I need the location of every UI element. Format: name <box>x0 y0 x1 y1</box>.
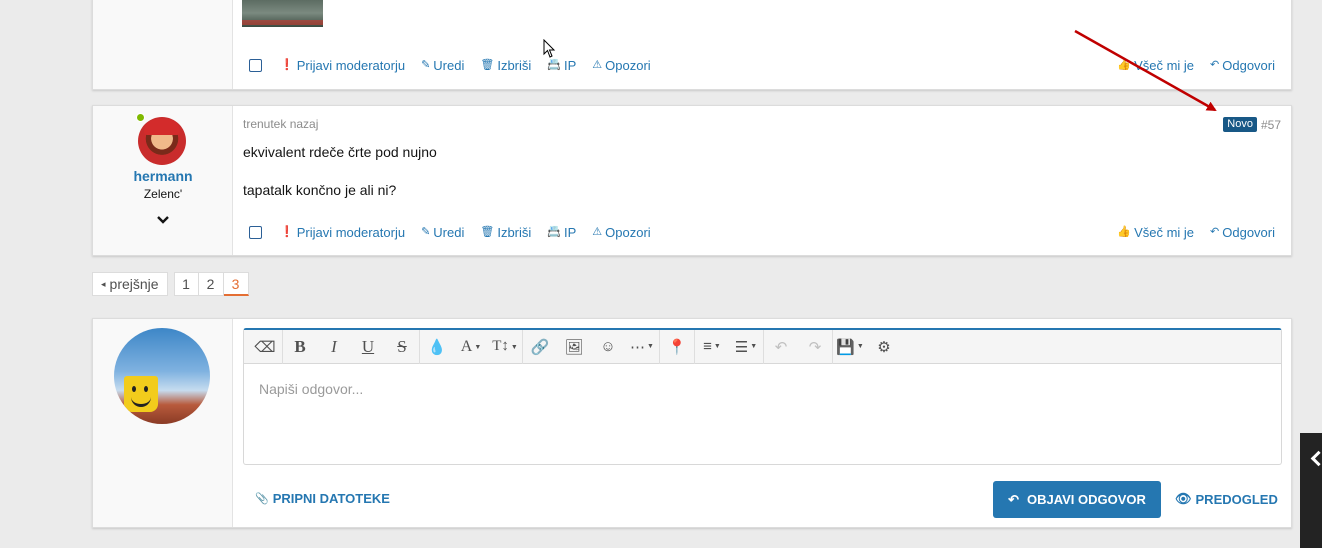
report-icon: ❗ <box>280 225 294 238</box>
side-panel-tab[interactable] <box>1300 433 1322 548</box>
eraser-icon[interactable]: ⌫ <box>248 330 282 364</box>
reply-button[interactable]: ↶ Odgovori <box>1210 58 1275 73</box>
strike-icon[interactable]: S <box>385 330 419 364</box>
list-icon[interactable]: ☰ ▼ <box>729 330 763 364</box>
edit-button[interactable]: ✎ Uredi <box>421 58 464 73</box>
id-card-icon: 📇 <box>547 58 561 71</box>
like-button[interactable]: 👍 Všeč mi je <box>1117 225 1194 240</box>
font-family-icon[interactable]: A ▼ <box>454 330 488 364</box>
image-icon[interactable]: 🖼 <box>557 330 591 364</box>
reply-user-cell <box>93 319 233 527</box>
id-card-icon: 📇 <box>547 225 561 238</box>
report-button[interactable]: ❗ Prijavi moderatorju <box>280 225 405 240</box>
settings-icon[interactable]: ⚙ <box>867 330 901 364</box>
page-3-current[interactable]: 3 <box>223 272 249 296</box>
smilie-icon[interactable]: ☺ <box>591 330 625 364</box>
reply-editor: ⌫ B I U S 💧 A ▼ T↕ ▼ 🔗 🖼 ☺ ⋯ ▼ 📍 ≡ ▼ ☰ ▼ ↶ ↷ … <box>243 328 1282 465</box>
chevron-left-icon: ◂ <box>101 278 106 289</box>
color-icon[interactable]: 💧 <box>420 330 454 364</box>
page-1[interactable]: 1 <box>173 272 199 296</box>
select-post-checkbox[interactable] <box>249 58 262 72</box>
post-message: ekvivalent rdeče črte pod nujno tapatalk… <box>243 143 437 200</box>
avatar <box>114 328 210 424</box>
reply-input[interactable]: Napiši odgovor... <box>259 381 363 397</box>
attachment-thumbnail[interactable] <box>242 0 323 27</box>
avatar[interactable] <box>138 117 186 165</box>
online-indicator-icon <box>136 113 145 122</box>
post-reply-button[interactable]: ↶ OBJAVI ODGOVOR <box>993 481 1161 518</box>
bold-icon[interactable]: B <box>283 330 317 364</box>
ip-button[interactable]: 📇 IP <box>547 58 576 73</box>
map-marker-icon[interactable]: 📍 <box>660 330 694 364</box>
eye-icon: 👁 <box>1175 491 1192 506</box>
warning-icon: ⚠ <box>592 58 603 71</box>
pencil-icon: ✎ <box>421 225 431 238</box>
paperclip-icon: 📎 <box>255 493 269 505</box>
prev-page-button[interactable]: ◂ prejšnje <box>92 272 168 296</box>
reply-icon: ↶ <box>1210 225 1220 238</box>
redo-icon[interactable]: ↷ <box>798 330 832 364</box>
ip-button[interactable]: 📇 IP <box>547 225 576 240</box>
chevron-down-icon[interactable] <box>156 213 170 227</box>
previous-post: ❗ Prijavi moderatorju ✎ Uredi 🗑 Izbriši 📇 IP… <box>92 0 1292 90</box>
attach-files-button[interactable]: 📎 PRIPNI DATOTEKE <box>255 491 390 506</box>
align-icon[interactable]: ≡ ▼ <box>695 330 729 364</box>
trash-icon: 🗑 <box>480 58 495 71</box>
select-post-checkbox[interactable] <box>249 225 262 239</box>
pencil-icon: ✎ <box>421 58 431 71</box>
username[interactable]: hermann <box>93 168 233 184</box>
italic-icon[interactable]: I <box>317 330 351 364</box>
report-icon: ❗ <box>280 58 294 71</box>
trash-icon: 🗑 <box>480 225 495 238</box>
post-57: hermann Zelenc' trenutek nazaj Novo #57 … <box>92 105 1292 256</box>
font-size-icon[interactable]: T↕ ▼ <box>488 330 522 364</box>
editor-toolbar: ⌫ B I U S 💧 A ▼ T↕ ▼ 🔗 🖼 ☺ ⋯ ▼ 📍 ≡ ▼ ☰ ▼ ↶ ↷ … <box>244 329 1281 364</box>
warn-button[interactable]: ⚠ Opozori <box>592 225 650 240</box>
preview-button[interactable]: 👁 PREDOGLED <box>1175 491 1278 507</box>
message-line: tapatalk končno je ali ni? <box>243 182 397 198</box>
edit-button[interactable]: ✎ Uredi <box>421 225 464 240</box>
post-number[interactable]: #57 <box>1261 118 1281 132</box>
message-line: ekvivalent rdeče črte pod nujno <box>243 144 437 160</box>
drafts-icon[interactable]: 💾 ▼ <box>833 330 867 364</box>
like-button[interactable]: 👍 Všeč mi je <box>1117 58 1194 73</box>
new-badge: Novo <box>1223 117 1257 132</box>
delete-button[interactable]: 🗑 Izbriši <box>480 225 531 240</box>
thumbs-up-icon: 👍 <box>1117 225 1132 238</box>
reply-button[interactable]: ↶ Odgovori <box>1210 225 1275 240</box>
warn-button[interactable]: ⚠ Opozori <box>592 58 650 73</box>
mouse-cursor-icon <box>543 39 556 58</box>
page-2[interactable]: 2 <box>198 272 224 296</box>
underline-icon[interactable]: U <box>351 330 385 364</box>
pagination: ◂ prejšnje 1 2 3 <box>92 272 249 296</box>
undo-icon[interactable]: ↶ <box>764 330 798 364</box>
link-icon[interactable]: 🔗 <box>523 330 557 364</box>
quick-reply-form: ⌫ B I U S 💧 A ▼ T↕ ▼ 🔗 🖼 ☺ ⋯ ▼ 📍 ≡ ▼ ☰ ▼ ↶ ↷ … <box>92 318 1292 528</box>
delete-button[interactable]: 🗑 Izbriši <box>480 58 531 73</box>
post-user-cell: hermann Zelenc' <box>93 106 233 255</box>
reply-icon: ↶ <box>1008 491 1019 507</box>
thumbs-up-icon: 👍 <box>1117 58 1132 71</box>
more-icon[interactable]: ⋯ ▼ <box>625 330 659 364</box>
report-button[interactable]: ❗ Prijavi moderatorju <box>280 58 405 73</box>
post-time[interactable]: trenutek nazaj <box>243 117 318 131</box>
warning-icon: ⚠ <box>592 225 603 238</box>
previous-post-user-cell <box>93 0 233 89</box>
user-title: Zelenc' <box>143 187 183 201</box>
reply-icon: ↶ <box>1210 58 1220 71</box>
